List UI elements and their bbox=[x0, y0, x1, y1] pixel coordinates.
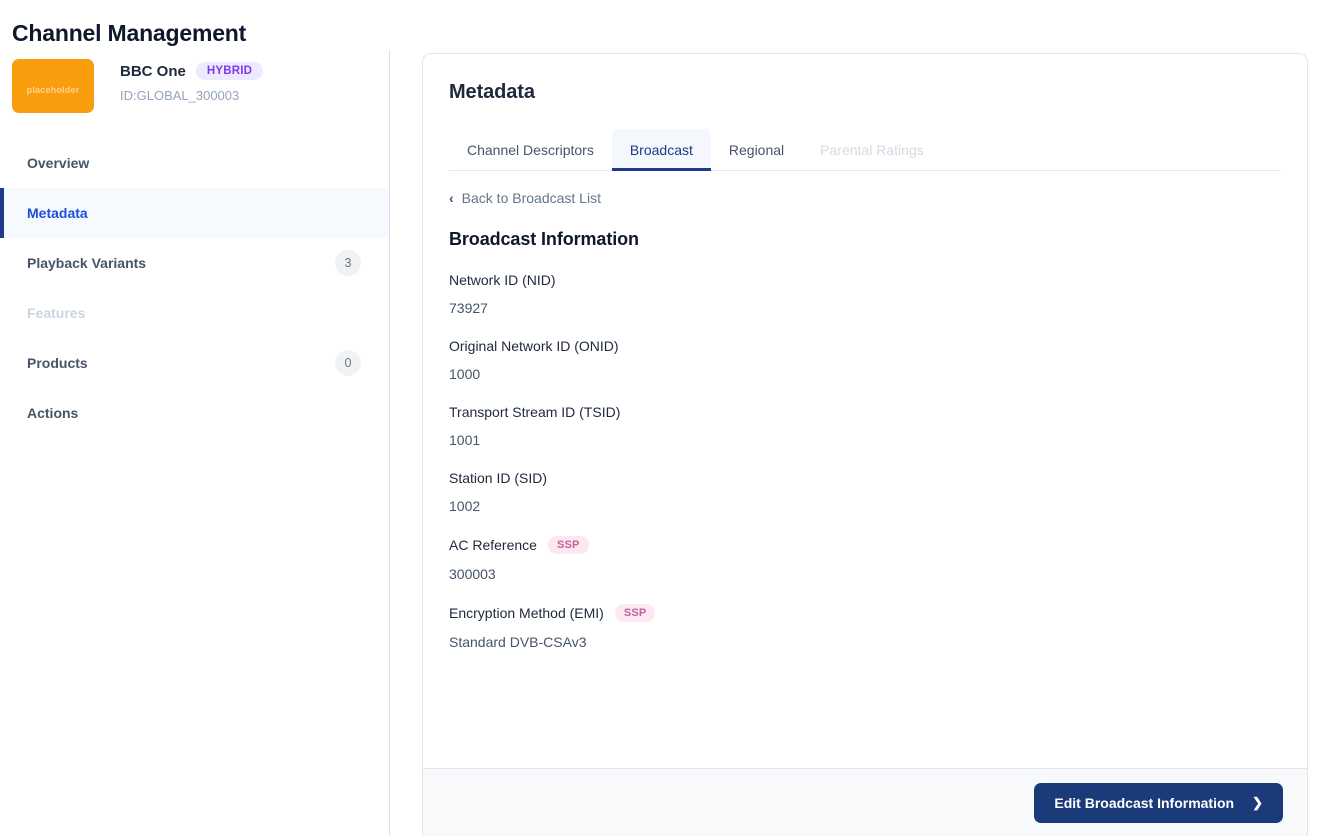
app-root: Channel Management placeholder BBC One H… bbox=[0, 0, 1320, 836]
field-value: 1002 bbox=[449, 498, 481, 514]
channel-logo-placeholder-text: placeholder bbox=[26, 85, 80, 95]
sidebar-item-metadata[interactable]: Metadata bbox=[0, 188, 389, 238]
sidebar-item-label: Metadata bbox=[27, 205, 88, 221]
sidebar-item-count-badge: 0 bbox=[335, 350, 361, 376]
sidebar-item-label: Playback Variants bbox=[27, 255, 147, 271]
broadcast-field: Encryption Method (EMI) SSP Standard DVB-C… bbox=[449, 604, 1307, 650]
field-label-row: AC Reference SSP bbox=[449, 536, 1307, 554]
field-label: Network ID (NID) bbox=[449, 272, 556, 288]
metadata-card: Metadata Channel Descriptors Broadcast Reg… bbox=[422, 53, 1308, 836]
field-value: 73927 bbox=[449, 300, 488, 316]
broadcast-field: Station ID (SID) 1002 bbox=[449, 470, 1307, 514]
chevron-right-icon: ❯ bbox=[1252, 794, 1263, 810]
field-ssp-badge: SSP bbox=[547, 536, 589, 554]
sidebar-item-actions[interactable]: Actions bbox=[0, 388, 389, 438]
field-label-row: Encryption Method (EMI) SSP bbox=[449, 604, 1307, 622]
sidebar-item-label: Actions bbox=[27, 405, 79, 421]
field-label-row: Transport Stream ID (TSID) bbox=[449, 404, 1307, 420]
channel-logo: placeholder bbox=[12, 59, 94, 113]
sidebar-nav: Overview Metadata Playback Variants 3 Featur… bbox=[0, 138, 389, 438]
tab-channel-descriptors[interactable]: Channel Descriptors bbox=[449, 129, 612, 171]
sidebar-item-label: Products bbox=[27, 355, 88, 371]
sidebar-item-products[interactable]: Products 0 bbox=[0, 338, 389, 388]
tab-regional[interactable]: Regional bbox=[711, 129, 802, 171]
field-value: 1001 bbox=[449, 432, 481, 448]
field-label: Transport Stream ID (TSID) bbox=[449, 404, 621, 420]
edit-broadcast-information-button[interactable]: Edit Broadcast Information ❯ bbox=[1034, 782, 1283, 823]
field-label-row: Original Network ID (ONID) bbox=[449, 338, 1307, 354]
broadcast-field: Network ID (NID) 73927 bbox=[449, 272, 1307, 316]
edit-broadcast-information-label: Edit Broadcast Information bbox=[1054, 794, 1235, 811]
sidebar-item-features: Features bbox=[0, 288, 389, 338]
broadcast-fields: Network ID (NID) 73927 Original Network ID… bbox=[449, 272, 1307, 650]
sidebar-item-label: Overview bbox=[27, 155, 90, 171]
back-link-label: Back to Broadcast List bbox=[461, 190, 601, 206]
channel-name: BBC One bbox=[120, 62, 186, 80]
field-label: AC Reference bbox=[449, 537, 537, 553]
card-title: Metadata bbox=[449, 81, 535, 103]
metadata-tabs: Channel Descriptors Broadcast Regional Pare… bbox=[449, 129, 1281, 171]
chevron-left-icon: ‹ bbox=[449, 190, 454, 206]
field-label-row: Station ID (SID) bbox=[449, 470, 1307, 486]
broadcast-field: Original Network ID (ONID) 1000 bbox=[449, 338, 1307, 382]
field-label: Station ID (SID) bbox=[449, 470, 548, 486]
channel-type-badge: HYBRID bbox=[195, 62, 264, 80]
sidebar: placeholder BBC One HYBRID ID:GLOBAL_300… bbox=[0, 50, 390, 836]
sidebar-item-overview[interactable]: Overview bbox=[0, 138, 389, 188]
back-to-broadcast-list-link[interactable]: ‹ Back to Broadcast List bbox=[449, 190, 601, 206]
channel-meta: BBC One HYBRID ID:GLOBAL_300003 bbox=[120, 59, 264, 103]
tab-broadcast[interactable]: Broadcast bbox=[611, 129, 711, 171]
field-label-row: Network ID (NID) bbox=[449, 272, 1307, 288]
broadcast-field: Transport Stream ID (TSID) 1001 bbox=[449, 404, 1307, 448]
tab-parental-ratings: Parental Ratings bbox=[820, 142, 924, 158]
sidebar-item-count-badge: 3 bbox=[335, 250, 361, 276]
section-title: Broadcast Information bbox=[449, 229, 639, 249]
field-value: 300003 bbox=[449, 566, 496, 582]
channel-id: ID:GLOBAL_300003 bbox=[120, 88, 240, 103]
field-ssp-badge: SSP bbox=[614, 604, 656, 622]
sidebar-item-label: Features bbox=[27, 305, 86, 321]
card-footer: Edit Broadcast Information ❯ bbox=[422, 768, 1308, 836]
broadcast-field: AC Reference SSP 300003 bbox=[449, 536, 1307, 582]
channel-header: placeholder BBC One HYBRID ID:GLOBAL_300… bbox=[0, 50, 389, 113]
field-label: Encryption Method (EMI) bbox=[449, 605, 604, 621]
page-title: Channel Management bbox=[12, 20, 247, 47]
field-value: Standard DVB-CSAv3 bbox=[449, 634, 587, 650]
channel-name-row: BBC One HYBRID bbox=[120, 62, 264, 80]
field-value: 1000 bbox=[449, 366, 481, 382]
field-label: Original Network ID (ONID) bbox=[449, 338, 619, 354]
sidebar-item-playback-variants[interactable]: Playback Variants 3 bbox=[0, 238, 389, 288]
